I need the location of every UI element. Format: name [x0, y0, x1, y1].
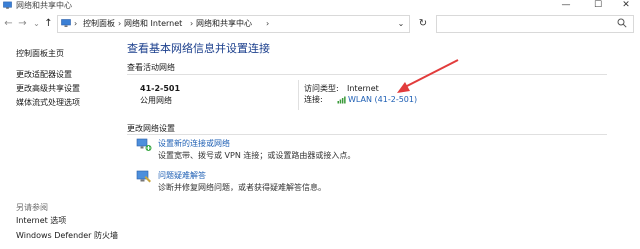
access-type-value: Internet [347, 84, 379, 93]
wlan-connection-link[interactable]: WLAN (41-2-501) [348, 95, 417, 105]
sidebar-item-control-panel-home[interactable]: 控制面板主页 [16, 49, 64, 59]
setup-new-connection-description: 设置宽带、拨号或 VPN 连接；或设置路由器或接入点。 [158, 151, 356, 160]
address-dropdown-button[interactable]: ⌄ [392, 15, 410, 33]
maximize-button[interactable]: ☐ [584, 0, 612, 12]
active-networks-heading: 查看活动网络 [127, 63, 175, 72]
breadcrumb-separator: › [118, 19, 122, 28]
annotation-arrow [397, 59, 459, 93]
breadcrumb-separator: › [74, 19, 78, 28]
sidebar-item-internet-options[interactable]: Internet 选项 [16, 216, 66, 226]
search-input[interactable] [436, 15, 634, 33]
sidebar-item-media-streaming[interactable]: 媒体流式处理选项 [16, 98, 80, 108]
section-divider [127, 74, 607, 75]
setup-new-connection-link[interactable]: 设置新的连接或网络 [158, 139, 230, 149]
search-icon[interactable] [617, 18, 627, 28]
title-bar [0, 0, 640, 13]
connection-label: 连接: [304, 95, 323, 104]
page-title: 查看基本网络信息并设置连接 [127, 42, 270, 55]
close-button[interactable]: ✕ [612, 0, 640, 12]
change-settings-heading: 更改网络设置 [127, 124, 175, 133]
minimize-button[interactable]: — [552, 0, 580, 12]
refresh-button[interactable]: ↻ [414, 15, 432, 33]
breadcrumb-separator: › [190, 19, 194, 28]
access-type-label: 访问类型: [304, 84, 339, 93]
wifi-signal-icon [337, 96, 346, 104]
network-name: 41-2-501 [140, 84, 181, 93]
sidebar-item-change-advanced-sharing[interactable]: 更改高级共享设置 [16, 84, 80, 94]
up-button[interactable]: ↑ [43, 18, 54, 30]
sidebar-item-change-adapter-settings[interactable]: 更改适配器设置 [16, 70, 72, 80]
breadcrumb-network-internet[interactable]: 网络和 Internet [124, 19, 182, 29]
new-connection-icon [136, 138, 152, 151]
network-center-icon [61, 19, 71, 27]
section-divider [127, 134, 607, 135]
network-center-icon [3, 1, 12, 9]
back-button[interactable]: ← [3, 18, 14, 30]
troubleshoot-problems-description: 诊断并修复网络问题，或者获得疑难解答信息。 [158, 183, 326, 192]
forward-button[interactable]: → [17, 18, 28, 30]
troubleshoot-icon [136, 170, 151, 183]
breadcrumb-network-sharing-center[interactable]: 网络和共享中心 [196, 19, 252, 29]
breadcrumb-separator: › [266, 19, 270, 28]
window-title: 网络和共享中心 [16, 1, 72, 10]
column-divider [298, 80, 299, 110]
recent-locations-button[interactable]: ⌄ [31, 18, 42, 30]
see-also-heading: 另请参阅 [16, 203, 48, 212]
network-type: 公用网络 [140, 96, 172, 105]
sidebar-item-defender-firewall[interactable]: Windows Defender 防火墙 [16, 231, 118, 241]
troubleshoot-problems-link[interactable]: 问题疑难解答 [158, 171, 206, 181]
breadcrumb-control-panel[interactable]: 控制面板 [83, 19, 115, 29]
